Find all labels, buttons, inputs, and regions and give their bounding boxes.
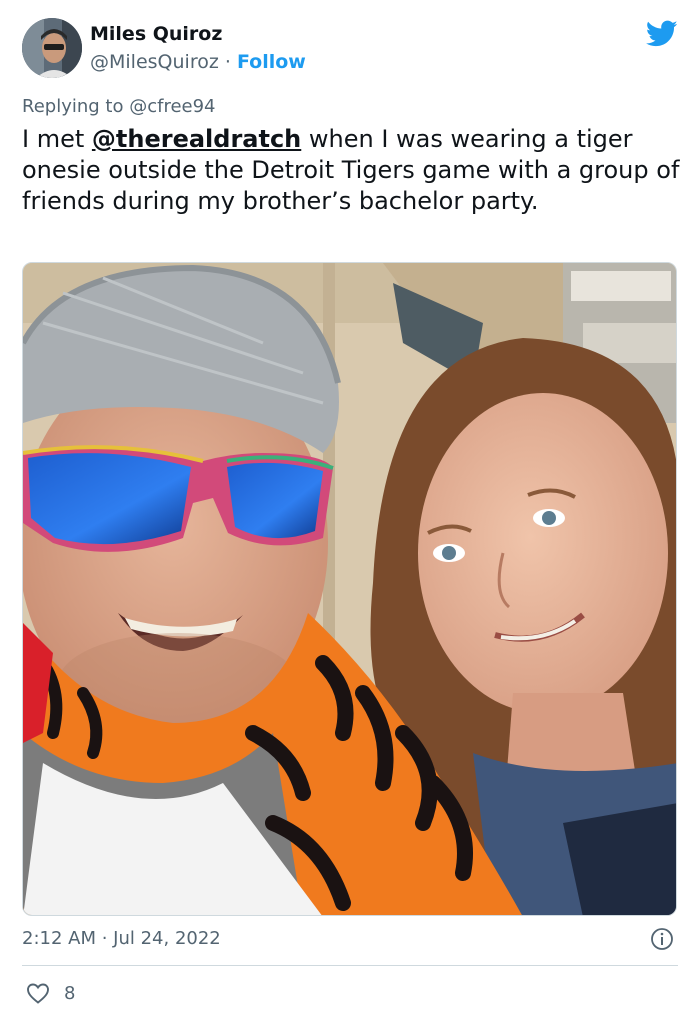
heart-icon[interactable] bbox=[26, 982, 50, 1004]
replying-to-label: Replying to bbox=[22, 96, 124, 117]
twitter-bird-icon[interactable] bbox=[646, 20, 678, 48]
tweet-photo[interactable] bbox=[22, 262, 677, 916]
tweet-card: Miles Quiroz @MilesQuiroz · Follow Reply… bbox=[0, 0, 700, 1019]
replying-to: Replying to @cfree94 bbox=[22, 96, 216, 117]
info-icon[interactable] bbox=[650, 927, 674, 951]
replying-to-handle[interactable]: @cfree94 bbox=[129, 96, 215, 117]
like-button[interactable]: 8 bbox=[26, 980, 75, 1006]
follow-button[interactable]: Follow bbox=[237, 51, 306, 73]
handle-separator: · bbox=[224, 51, 231, 73]
author-name[interactable]: Miles Quiroz bbox=[90, 23, 222, 45]
author-handle[interactable]: @MilesQuiroz bbox=[90, 51, 219, 73]
tweet-header: Miles Quiroz @MilesQuiroz · Follow bbox=[22, 18, 682, 78]
mention-link[interactable]: @therealdratch bbox=[92, 125, 301, 153]
like-count: 8 bbox=[64, 982, 76, 1004]
tweet-text: I met @therealdratch when I was wearing … bbox=[22, 124, 682, 217]
tweet-text-before: I met bbox=[22, 125, 92, 153]
divider bbox=[22, 965, 678, 966]
avatar[interactable] bbox=[22, 18, 82, 78]
author-handle-row: @MilesQuiroz · Follow bbox=[90, 51, 306, 73]
tweet-timestamp[interactable]: 2:12 AM · Jul 24, 2022 bbox=[22, 928, 221, 949]
